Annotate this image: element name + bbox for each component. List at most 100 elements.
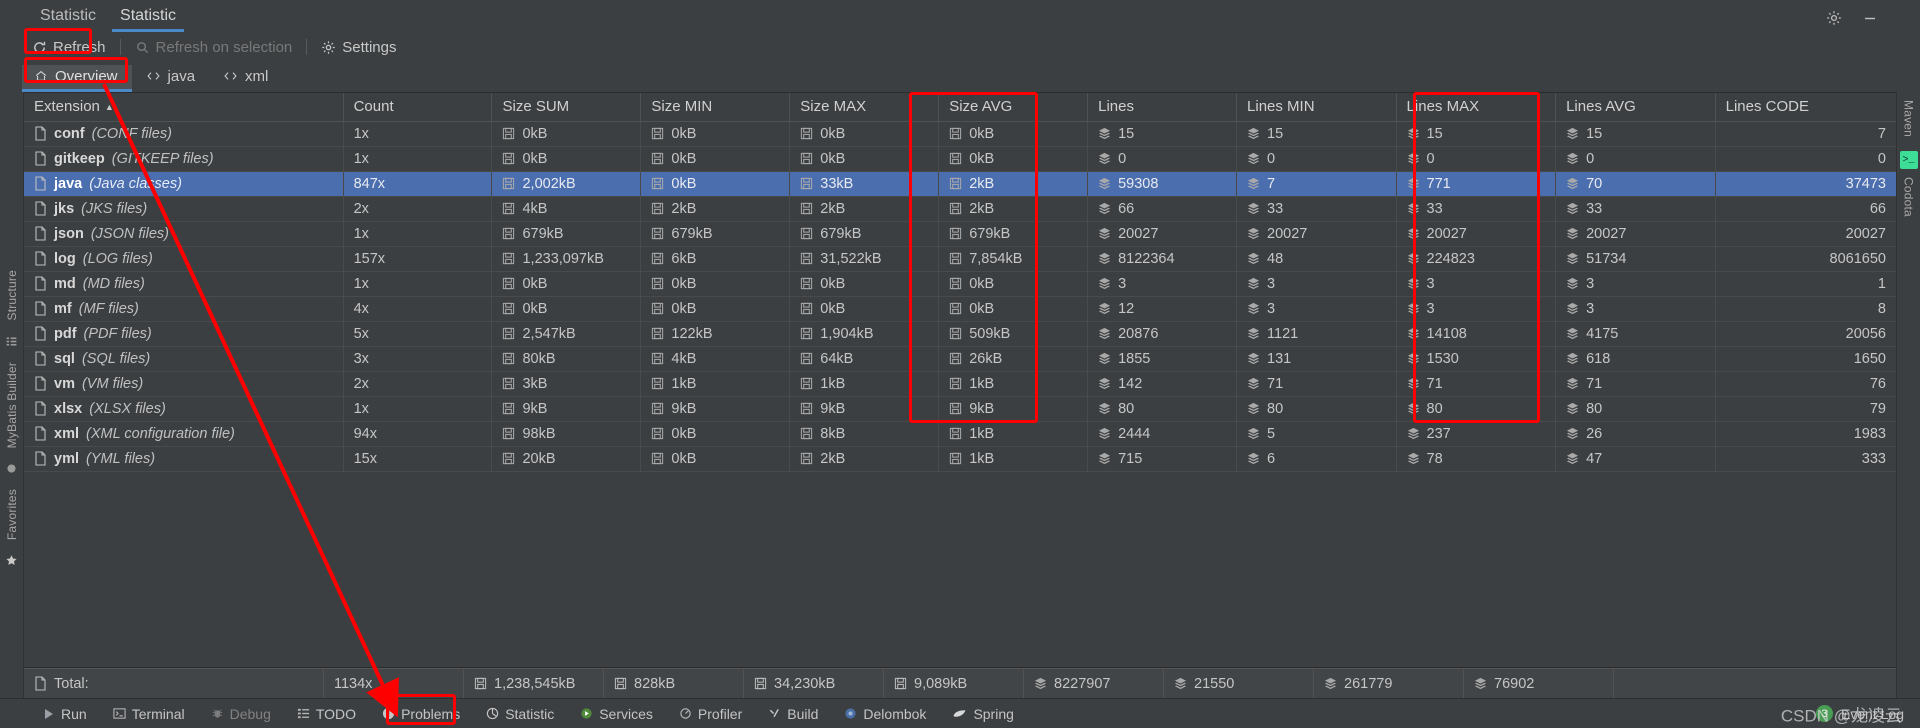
status-tab-run[interactable]: Run [30,703,100,725]
minimize-icon[interactable] [1860,8,1880,28]
cell-value: 70 [1586,175,1603,192]
cell-count: 2x [343,371,493,397]
table-row[interactable]: vm (VM files) 2x 3kB 1kB 1kB 1kB 142 71 71 71 76 [24,371,1896,397]
layers-icon [1098,227,1111,240]
cell-value: 679kB [671,225,713,242]
col-header-lines-min[interactable]: Lines MIN [1236,93,1397,122]
layers-icon [1098,202,1111,215]
cell-size-avg: 509kB [938,321,1089,347]
table-row[interactable]: java (Java classes) 847x 2,002kB 0kB 33kB 2kB 5… [24,171,1896,197]
disk-icon [651,302,664,315]
status-tab-delombok[interactable]: Delombok [831,703,939,725]
rail-item-structure[interactable]: Structure [5,262,19,329]
cell-size-max: 2kB [789,446,940,472]
table-row[interactable]: json (JSON files) 1x 679kB 679kB 679kB 679kB 20… [24,221,1896,247]
table-row[interactable]: jks (JKS files) 2x 4kB 2kB 2kB 2kB 66 33 33 33 66 [24,196,1896,222]
cell-count: 2x [343,196,493,222]
cell-extension: jks (JKS files) [24,196,344,222]
cell-size-max: 9kB [789,396,940,422]
cell-lines-min: 6 [1236,446,1397,472]
layers-icon [1407,227,1420,240]
status-tab-profiler[interactable]: Profiler [666,703,755,725]
bottom-tool-bar: Run Terminal Debug TODO Problems Statist… [0,698,1920,728]
status-tab-build[interactable]: Build [755,703,831,725]
cell-count: 15x [343,446,493,472]
cell-value: 71 [1426,375,1443,392]
cell-value: 3 [1267,275,1276,292]
cell-value: 618 [1586,350,1611,367]
cell-extension: mf (MF files) [24,296,344,322]
status-tab-todo[interactable]: TODO [284,703,369,725]
statistic-table-wrapper[interactable]: Extension ▲ Count Size SUM Size MIN Size … [24,92,1896,668]
status-tab-problems[interactable]: Problems [369,703,473,725]
cell-value: 6kB [671,250,697,267]
table-row[interactable]: log (LOG files) 157x 1,233,097kB 6kB 31,522kB… [24,246,1896,272]
cell-lines: 20876 [1087,321,1238,347]
cell-value: 0kB [671,275,697,292]
table-row[interactable]: yml (YML files) 15x 20kB 0kB 2kB 1kB 715 6 78 47 33… [24,446,1896,472]
layers-icon [1247,302,1260,315]
cell-size-avg: 7,854kB [938,246,1089,272]
rail-item-maven[interactable]: Maven [1902,92,1916,145]
table-row[interactable]: pdf (PDF files) 5x 2,547kB 122kB 1,904kB 509kB… [24,321,1896,347]
status-tab-spring[interactable]: Spring [939,703,1026,725]
cell-value: 15 [1118,125,1135,142]
cell-lines-max: 78 [1396,446,1557,472]
col-header-size-min[interactable]: Size MIN [640,93,791,122]
tool-tab-statistic-2[interactable]: Statistic [108,4,188,32]
col-header-lines-code[interactable]: Lines CODE [1715,93,1896,122]
col-header-lines[interactable]: Lines [1087,93,1238,122]
rail-item-codota[interactable]: Codota [1902,169,1916,225]
cell-value: 0kB [671,150,697,167]
cell-value: 5 [1267,425,1276,442]
tool-tab-statistic-1[interactable]: Statistic [28,4,108,32]
col-header-count[interactable]: Count [343,93,493,122]
view-tab-xml[interactable]: xml [211,65,282,90]
status-tab-services[interactable]: Services [567,703,666,725]
total-lines-max: 261779 [1344,675,1393,692]
disk-icon [949,402,962,415]
table-row[interactable]: md (MD files) 1x 0kB 0kB 0kB 0kB 3 3 3 3 1 [24,271,1896,297]
cell-lines-max: 80 [1396,396,1557,422]
status-tab-label: Spring [973,705,1014,722]
col-header-size-max[interactable]: Size MAX [789,93,940,122]
status-tab-statistic[interactable]: Statistic [473,703,567,725]
disk-icon [894,677,907,690]
cell-lines-max: 237 [1396,421,1557,447]
table-row[interactable]: xlsx (XLSX files) 1x 9kB 9kB 9kB 9kB 80 80 80 80 79 [24,396,1896,422]
col-header-lines-max[interactable]: Lines MAX [1396,93,1557,122]
view-tab-java[interactable]: java [134,65,210,90]
disk-icon [949,327,962,340]
disk-icon [754,677,767,690]
event-log-button[interactable]: Event Log [1841,706,1904,722]
status-tab-label: Problems [401,705,461,722]
cell-lines-min: 3 [1236,271,1397,297]
table-row[interactable]: mf (MF files) 4x 0kB 0kB 0kB 0kB 12 3 3 3 8 [24,296,1896,322]
cell-size-max: 8kB [789,421,940,447]
refresh-button[interactable]: Refresh [22,37,116,58]
refresh-on-selection-button[interactable]: Refresh on selection [125,37,303,58]
col-header-lines-avg[interactable]: Lines AVG [1555,93,1716,122]
cell-extension: yml (YML files) [24,446,344,472]
layers-icon [1566,252,1579,265]
col-header-size-sum[interactable]: Size SUM [491,93,642,122]
layers-icon [1474,677,1487,690]
table-row[interactable]: sql (SQL files) 3x 80kB 4kB 64kB 26kB 1855 131 15… [24,346,1896,372]
rail-item-mybatis-builder[interactable]: MyBatis Builder [5,354,19,456]
gear-icon[interactable] [1824,8,1844,28]
disk-icon [502,152,515,165]
view-tab-overview[interactable]: Overview [22,64,132,92]
table-row[interactable]: conf (CONF files) 1x 0kB 0kB 0kB 0kB 15 15 15 15 7 [24,121,1896,147]
settings-button[interactable]: Settings [311,37,406,58]
table-row[interactable]: xml (XML configuration file) 94x 98kB 0kB 8kB… [24,421,1896,447]
col-header-extension[interactable]: Extension ▲ [24,93,344,122]
status-tab-terminal[interactable]: Terminal [100,703,198,725]
mybatis-icon [5,456,18,481]
status-tab-debug[interactable]: Debug [198,703,284,725]
col-header-size-avg[interactable]: Size AVG [938,93,1089,122]
table-row[interactable]: gitkeep (GITKEEP files) 1x 0kB 0kB 0kB 0kB 0 0 0 0… [24,146,1896,172]
layers-icon [1098,127,1111,140]
tool-window-tabs: Statistic Statistic [0,0,1920,32]
rail-item-favorites[interactable]: Favorites [5,481,19,548]
codota-icon[interactable]: >_ [1899,151,1918,170]
